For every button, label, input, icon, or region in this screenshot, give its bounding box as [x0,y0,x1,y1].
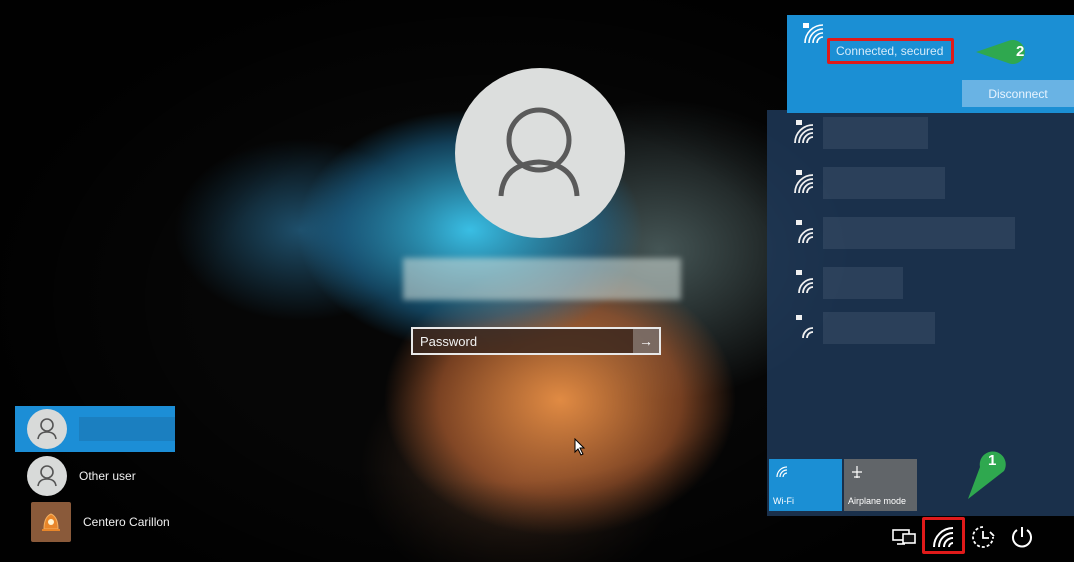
user-name-redacted [79,417,175,441]
power-button[interactable] [1008,523,1036,551]
person-icon [498,107,580,197]
network-item[interactable] [787,113,1017,153]
mouse-cursor-icon [574,438,586,456]
wifi-quick-action[interactable]: Wi-Fi [769,459,842,511]
network-item[interactable] [787,163,1017,203]
network-name-redacted [823,312,935,344]
user-item-selected[interactable] [15,406,175,452]
connected-status-text: Connected, secured [827,38,954,64]
network-item[interactable] [787,263,1017,303]
network-name-redacted [823,117,928,149]
wifi-label: Wi-Fi [773,496,794,506]
wifi-secured-icon [794,120,814,144]
network-name-redacted [823,267,903,299]
avatar [27,456,67,496]
username-redacted [403,258,681,300]
person-icon [37,418,57,440]
wifi-secured-icon [803,23,824,44]
password-placeholder: Password [420,333,478,349]
disconnect-button[interactable]: Disconnect [962,80,1074,107]
wifi-secured-icon [796,315,814,339]
wifi-secured-icon [796,270,814,294]
network-name-redacted [823,217,1015,249]
person-icon [37,465,57,487]
network-name-redacted [823,167,945,199]
user-avatar [455,68,625,238]
arrow-right-icon: → [639,333,653,349]
wifi-secured-icon [796,220,814,244]
avatar [31,502,71,542]
user-name: Centero Carillon [83,515,170,529]
bell-icon [42,513,60,531]
user-name: Other user [79,469,136,483]
network-item[interactable] [787,308,1017,348]
ease-of-access-icon [972,526,995,548]
submit-arrow-button[interactable]: → [633,329,659,353]
password-field[interactable]: Password → [411,327,661,355]
callout-number-2: 2 [1016,43,1025,60]
airplane-mode-quick-action[interactable]: Airplane mode [844,459,917,511]
airplane-mode-label: Airplane mode [848,496,907,506]
user-item-carillon[interactable]: Centero Carillon [15,499,175,545]
ease-of-access-button[interactable] [969,523,997,551]
power-icon [1012,527,1032,548]
user-item-other[interactable]: Other user [15,453,175,499]
callout-arrow-2 [976,40,1025,64]
wifi-icon [776,466,788,478]
wifi-icon [933,527,954,548]
airplane-icon [852,466,862,478]
display-icon [892,529,916,545]
network-button[interactable] [930,523,958,551]
wifi-secured-icon [794,170,814,194]
callout-number-1: 1 [988,452,997,469]
display-button[interactable] [890,523,918,551]
network-item[interactable] [787,213,1017,253]
avatar [27,409,67,449]
